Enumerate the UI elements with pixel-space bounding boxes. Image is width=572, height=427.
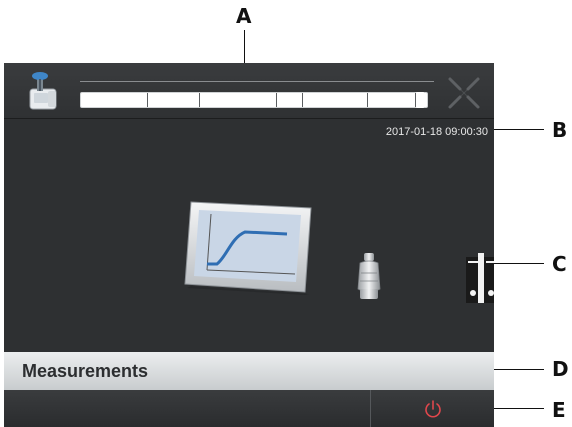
binders-icon[interactable] xyxy=(464,251,494,305)
callout-c-label: C xyxy=(552,252,567,276)
callout-e-label: E xyxy=(552,398,566,422)
progress-divider xyxy=(302,93,303,107)
instrument-icon[interactable] xyxy=(22,69,62,113)
header-bar xyxy=(4,63,494,119)
callout-a-label: A xyxy=(236,4,252,28)
callout-b-label: B xyxy=(552,118,568,142)
callout-c-line xyxy=(494,263,544,264)
device-screen: 2017-01-18 09:00:30 Measurements xyxy=(4,63,494,427)
progress-divider xyxy=(276,93,277,107)
page-title: Measurements xyxy=(22,361,149,381)
bottom-bar xyxy=(4,390,494,427)
callout-e-line xyxy=(494,408,544,409)
power-icon xyxy=(425,400,441,418)
progress-divider xyxy=(199,93,200,107)
callout-d-label: D xyxy=(552,357,569,381)
progress-divider xyxy=(367,93,368,107)
power-button[interactable] xyxy=(371,390,494,427)
titration-curve-icon[interactable] xyxy=(183,198,313,295)
title-bar: Measurements xyxy=(4,352,494,390)
progress-end-cap xyxy=(416,92,424,108)
progress-bar xyxy=(80,92,428,108)
callout-b-line xyxy=(494,129,544,130)
progress-divider xyxy=(147,93,148,107)
timestamp: 2017-01-18 09:00:30 xyxy=(385,126,488,138)
close-icon[interactable] xyxy=(446,75,482,111)
bottle-icon[interactable] xyxy=(352,251,386,303)
callout-d-line xyxy=(494,369,544,370)
header-rule xyxy=(80,81,434,82)
